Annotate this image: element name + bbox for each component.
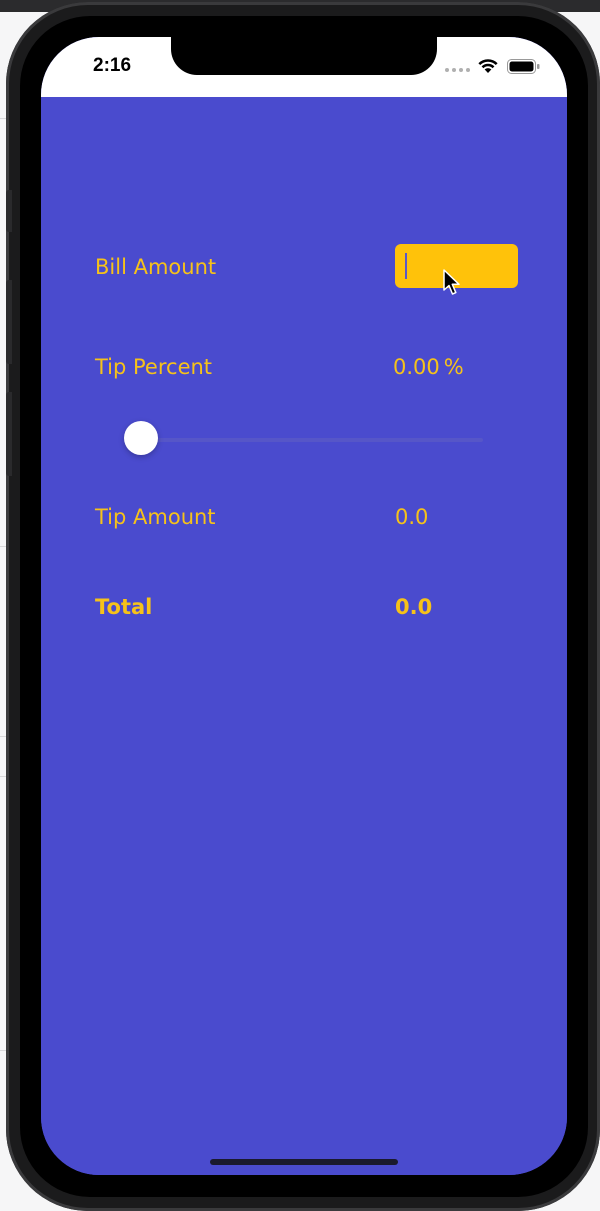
tip-amount-value: 0.0 bbox=[395, 505, 429, 529]
home-indicator[interactable] bbox=[210, 1159, 398, 1165]
signal-icon bbox=[445, 68, 470, 72]
tip-percent-label: Tip Percent bbox=[95, 355, 213, 379]
battery-icon bbox=[507, 59, 540, 74]
status-time: 2:16 bbox=[93, 55, 132, 76]
phone-screen: 2:16 Bill Amount Tip Percent 0.00% Tip A… bbox=[41, 37, 567, 1175]
tip-slider-thumb[interactable] bbox=[124, 421, 158, 455]
bill-amount-label: Bill Amount bbox=[95, 255, 217, 279]
volume-up-button bbox=[6, 280, 12, 364]
tip-amount-label: Tip Amount bbox=[95, 505, 216, 529]
mute-switch bbox=[6, 190, 12, 232]
percent-sign: % bbox=[443, 355, 464, 379]
mouse-pointer-icon bbox=[443, 269, 460, 295]
text-caret bbox=[405, 253, 407, 279]
tip-percent-value: 0.00% bbox=[393, 355, 464, 379]
wifi-icon bbox=[478, 59, 498, 73]
notch bbox=[171, 37, 437, 75]
tip-slider-track[interactable] bbox=[141, 438, 483, 442]
total-value: 0.0 bbox=[395, 595, 433, 619]
total-label: Total bbox=[95, 595, 153, 619]
volume-down-button bbox=[6, 392, 12, 476]
